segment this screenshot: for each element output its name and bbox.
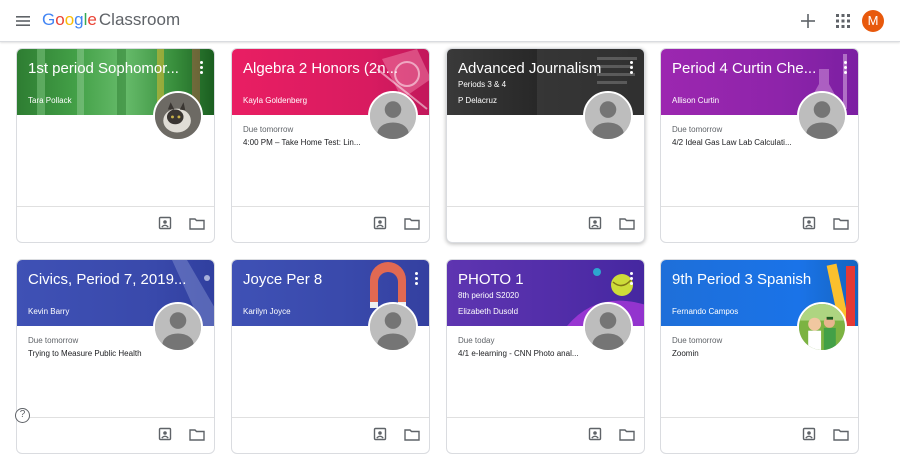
class-title[interactable]: PHOTO 1: [458, 271, 618, 289]
class-section: 8th period S2020: [458, 291, 519, 300]
logo-letter: o: [64, 10, 75, 29]
due-assignment[interactable]: Trying to Measure Public Health: [28, 349, 163, 358]
class-card[interactable]: Joyce Per 8 Karilyn Joyce: [231, 259, 430, 454]
card-divider: [661, 417, 858, 418]
teacher-name: Kevin Barry: [28, 307, 70, 316]
card-divider: [661, 206, 858, 207]
teacher-photo: [583, 91, 633, 141]
teacher-name: P Delacruz: [458, 96, 497, 105]
card-divider: [232, 206, 429, 207]
folder-icon[interactable]: [189, 428, 205, 441]
card-divider: [17, 206, 214, 207]
teacher-name: Kayla Goldenberg: [243, 96, 308, 105]
class-card[interactable]: Period 4 Curtin Che... Allison Curtin Du…: [660, 48, 859, 243]
menu-icon[interactable]: [15, 13, 31, 29]
due-label: Due today: [458, 336, 495, 345]
folder-icon[interactable]: [619, 428, 635, 441]
top-app-bar: Google Classroom M: [0, 0, 900, 42]
class-title[interactable]: Period 4 Curtin Che...: [672, 60, 832, 78]
due-assignment[interactable]: 4/2 Ideal Gas Law Lab Calculati...: [672, 138, 807, 147]
teacher-photo: [153, 91, 203, 141]
due-assignment[interactable]: Zoomin: [672, 349, 807, 358]
teacher-photo: [368, 91, 418, 141]
card-divider: [447, 206, 644, 207]
teacher-photo: [368, 302, 418, 352]
class-title[interactable]: Civics, Period 7, 2019...: [28, 271, 188, 289]
plus-icon[interactable]: [798, 11, 818, 31]
due-label: Due tomorrow: [672, 125, 723, 134]
folder-icon[interactable]: [833, 217, 849, 230]
card-divider: [447, 417, 644, 418]
due-assignment[interactable]: 4:00 PM – Take Home Test: Lin...: [243, 138, 378, 147]
class-card[interactable]: 1st period Sophomor... Tara Pollack: [16, 48, 215, 243]
assignment-icon[interactable]: [158, 427, 172, 441]
logo-letter: G: [42, 10, 56, 29]
class-title[interactable]: Algebra 2 Honors (2n...: [243, 60, 403, 78]
teacher-name: Fernando Campos: [672, 307, 739, 316]
card-divider: [232, 417, 429, 418]
more-options-icon[interactable]: [842, 61, 848, 75]
class-card[interactable]: Advanced Journalism Periods 3 & 4 P Dela…: [446, 48, 645, 243]
logo-letter: g: [74, 10, 84, 29]
teacher-photo: [797, 91, 847, 141]
folder-icon[interactable]: [189, 217, 205, 230]
class-card[interactable]: Civics, Period 7, 2019... Kevin Barry Du…: [16, 259, 215, 454]
logo-letter: e: [87, 10, 97, 29]
class-card[interactable]: 9th Period 3 Spanish Fernando Campos Due…: [660, 259, 859, 454]
more-options-icon[interactable]: [198, 61, 204, 75]
due-label: Due tomorrow: [28, 336, 79, 345]
teacher-photo: [153, 302, 203, 352]
logo-letter: o: [55, 10, 65, 29]
class-section: Periods 3 & 4: [458, 80, 507, 89]
assignment-icon[interactable]: [373, 216, 387, 230]
class-title[interactable]: 1st period Sophomor...: [28, 60, 188, 78]
folder-icon[interactable]: [404, 217, 420, 230]
class-title[interactable]: Joyce Per 8: [243, 271, 403, 289]
product-name: Classroom: [98, 10, 181, 29]
assignment-icon[interactable]: [158, 216, 172, 230]
teacher-photo: [583, 302, 633, 352]
assignment-icon[interactable]: [373, 427, 387, 441]
teacher-name: Karilyn Joyce: [243, 307, 291, 316]
assignment-icon[interactable]: [802, 427, 816, 441]
teacher-name: Tara Pollack: [28, 96, 72, 105]
apps-grid-icon[interactable]: [835, 13, 851, 29]
due-label: Due tomorrow: [243, 125, 294, 134]
class-card[interactable]: PHOTO 1 8th period S2020 Elizabeth Dusol…: [446, 259, 645, 454]
teacher-name: Elizabeth Dusold: [458, 307, 519, 316]
due-assignment[interactable]: 4/1 e-learning - CNN Photo anal...: [458, 349, 593, 358]
assignment-icon[interactable]: [802, 216, 816, 230]
more-options-icon[interactable]: [628, 61, 634, 75]
teacher-photo: [797, 302, 847, 352]
card-divider: [17, 417, 214, 418]
class-title[interactable]: 9th Period 3 Spanish: [672, 271, 832, 289]
folder-icon[interactable]: [833, 428, 849, 441]
folder-icon[interactable]: [619, 217, 635, 230]
assignment-icon[interactable]: [588, 216, 602, 230]
help-icon[interactable]: ?: [15, 408, 30, 423]
teacher-name: Allison Curtin: [672, 96, 720, 105]
due-label: Due tomorrow: [672, 336, 723, 345]
class-card[interactable]: Algebra 2 Honors (2n... Kayla Goldenberg…: [231, 48, 430, 243]
folder-icon[interactable]: [404, 428, 420, 441]
assignment-icon[interactable]: [588, 427, 602, 441]
more-options-icon[interactable]: [628, 272, 634, 286]
class-title[interactable]: Advanced Journalism: [458, 60, 618, 78]
more-options-icon[interactable]: [413, 272, 419, 286]
app-logo[interactable]: Google Classroom: [42, 10, 180, 30]
account-avatar[interactable]: M: [862, 10, 884, 32]
